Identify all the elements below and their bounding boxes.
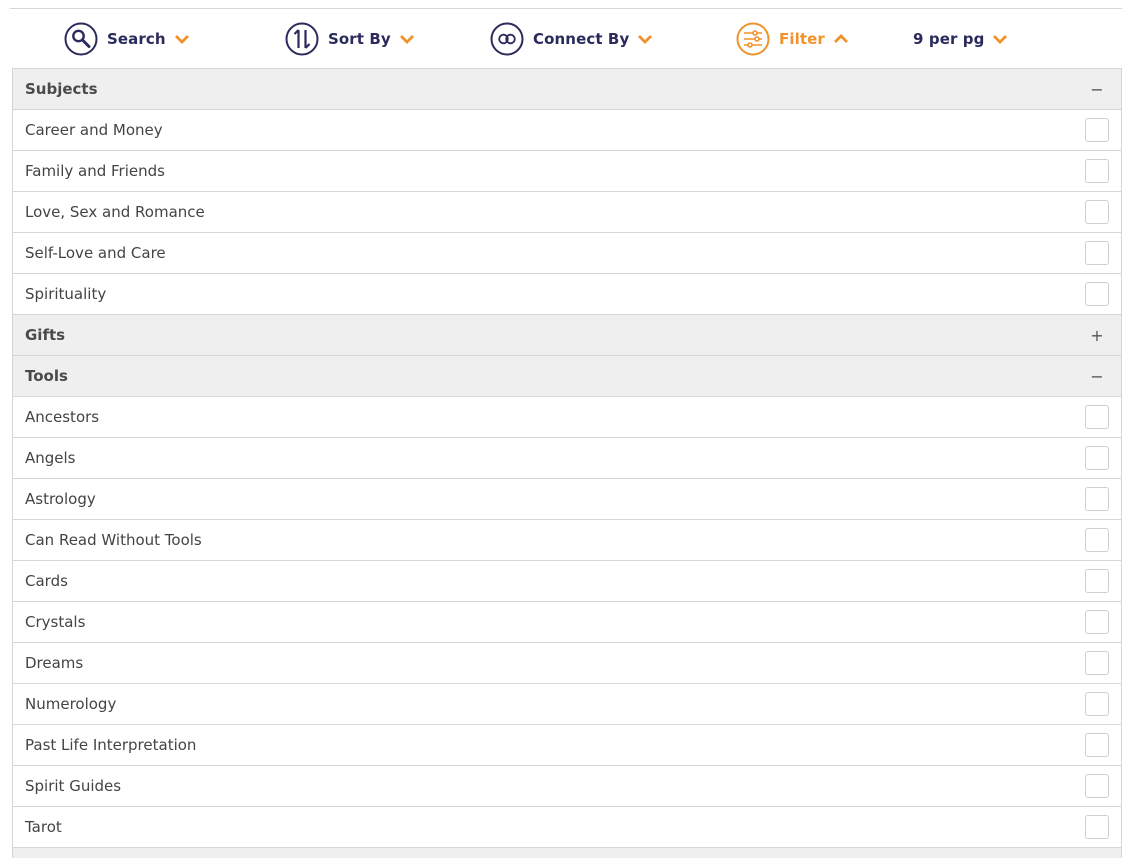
section-header-subjects[interactable]: Subjects −	[13, 69, 1121, 110]
filter-option-label: Cards	[25, 572, 68, 590]
filter-option-label: Love, Sex and Romance	[25, 203, 205, 221]
filter-option-label: Numerology	[25, 695, 117, 713]
filter-checkbox[interactable]	[1085, 815, 1109, 839]
filter-option[interactable]: Numerology	[13, 684, 1121, 725]
filter-checkbox[interactable]	[1085, 200, 1109, 224]
section-title: Gifts	[25, 326, 66, 344]
search-icon	[64, 22, 98, 56]
collapse-icon[interactable]: −	[1087, 80, 1107, 99]
connect-by-label: Connect By	[533, 30, 630, 48]
filter-checkbox[interactable]	[1085, 651, 1109, 675]
sliders-icon	[736, 22, 770, 56]
filter-checkbox[interactable]	[1085, 610, 1109, 634]
filter-option-label: Angels	[25, 449, 76, 467]
collapse-icon[interactable]: −	[1087, 367, 1107, 386]
filter-option-label: Ancestors	[25, 408, 100, 426]
filter-option[interactable]: Crystals	[13, 602, 1121, 643]
infinity-icon	[490, 22, 524, 56]
filter-checkbox[interactable]	[1085, 159, 1109, 183]
connect-by-button[interactable]: Connect By	[490, 10, 653, 68]
filter-option-label: Dreams	[25, 654, 84, 672]
filter-checkbox[interactable]	[1085, 405, 1109, 429]
filter-option[interactable]: Cards	[13, 561, 1121, 602]
filter-option[interactable]: Angels	[13, 438, 1121, 479]
search-label: Search	[107, 30, 166, 48]
section-header-gifts[interactable]: Gifts +	[13, 315, 1121, 356]
filter-option-label: Past Life Interpretation	[25, 736, 197, 754]
filter-option-label: Can Read Without Tools	[25, 531, 202, 549]
filter-checkbox[interactable]	[1085, 692, 1109, 716]
chevron-up-icon	[833, 33, 849, 45]
filter-option[interactable]: Can Read Without Tools	[13, 520, 1121, 561]
filter-option[interactable]: Spirit Guides	[13, 766, 1121, 807]
chevron-down-icon	[992, 33, 1008, 45]
filter-button[interactable]: Filter	[736, 10, 849, 68]
per-page-dropdown[interactable]: 9 per pg	[904, 10, 1008, 68]
filter-checkbox[interactable]	[1085, 241, 1109, 265]
sort-by-label: Sort By	[328, 30, 391, 48]
section-title: Tools	[25, 367, 68, 385]
filter-checkbox[interactable]	[1085, 118, 1109, 142]
filter-checkbox[interactable]	[1085, 733, 1109, 757]
sort-arrows-icon	[285, 22, 319, 56]
filter-option[interactable]: Past Life Interpretation	[13, 725, 1121, 766]
filter-checkbox[interactable]	[1085, 487, 1109, 511]
filter-option[interactable]: Dreams	[13, 643, 1121, 684]
filter-checkbox[interactable]	[1085, 446, 1109, 470]
filter-checkbox[interactable]	[1085, 569, 1109, 593]
filter-option-label: Family and Friends	[25, 162, 165, 180]
per-page-label: 9 per pg	[913, 30, 985, 48]
chevron-down-icon	[637, 33, 653, 45]
filter-label: Filter	[779, 30, 825, 48]
search-button[interactable]: Search	[64, 10, 190, 68]
filter-checkbox[interactable]	[1085, 774, 1109, 798]
filter-option[interactable]: Self-Love and Care	[13, 233, 1121, 274]
expand-icon[interactable]: +	[1087, 326, 1107, 345]
filter-option-label: Spirit Guides	[25, 777, 122, 795]
section-header-tools[interactable]: Tools −	[13, 356, 1121, 397]
filter-option-label: Tarot	[25, 818, 62, 836]
filter-option[interactable]: Career and Money	[13, 110, 1121, 151]
filter-option[interactable]: Love, Sex and Romance	[13, 192, 1121, 233]
filter-option[interactable]: Ancestors	[13, 397, 1121, 438]
filter-option[interactable]: Tarot	[13, 807, 1121, 848]
toolbar: Search Sort By Connect By Filter 9 per p…	[0, 10, 1132, 68]
filter-option-label: Crystals	[25, 613, 86, 631]
filter-checkbox[interactable]	[1085, 282, 1109, 306]
filter-checkbox[interactable]	[1085, 528, 1109, 552]
chevron-down-icon	[399, 33, 415, 45]
filter-option-label: Spirituality	[25, 285, 107, 303]
filter-option[interactable]: Astrology	[13, 479, 1121, 520]
filter-option-label: Career and Money	[25, 121, 163, 139]
filter-option[interactable]: Family and Friends	[13, 151, 1121, 192]
filter-option[interactable]: Spirituality	[13, 274, 1121, 315]
sort-by-button[interactable]: Sort By	[285, 10, 415, 68]
chevron-down-icon	[174, 33, 190, 45]
section-title: Subjects	[25, 80, 98, 98]
top-divider	[10, 8, 1122, 9]
filter-option-label: Self-Love and Care	[25, 244, 166, 262]
filter-panel: Subjects − Career and Money Family and Fr…	[12, 68, 1122, 858]
filter-option-label: Astrology	[25, 490, 96, 508]
